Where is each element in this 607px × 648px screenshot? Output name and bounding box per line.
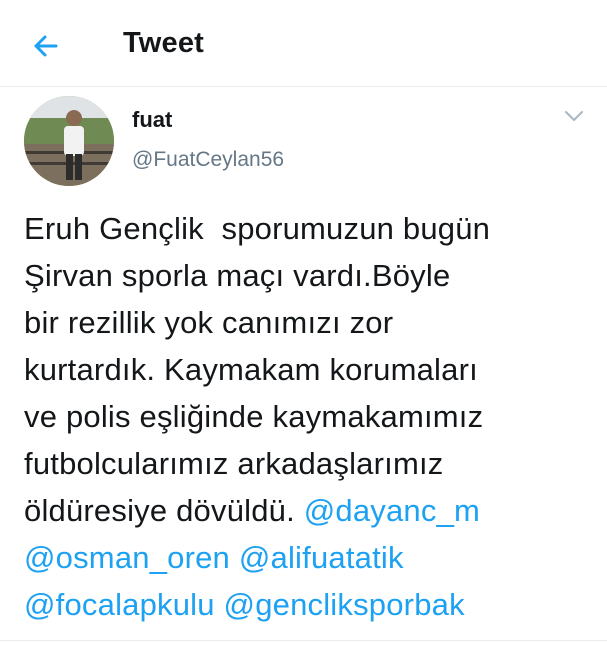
tweet-card[interactable]: fuat @FuatCeylan56 Eruh Gençlik sporumuz… — [0, 87, 607, 648]
tweet-text: Eruh Gençlik sporumuzun bugün Şirvan spo… — [24, 205, 594, 628]
tweet-text-line: @focalapkulu @genclikspоrbak — [24, 581, 594, 628]
tweet-text-fragment: öldüresiye dövüldü. — [24, 493, 304, 528]
tweet-text-line: ve polis eşliğinde kaymakamımız — [24, 399, 484, 434]
tweet-text-line: Şirvan sporla maçı vardı.Böyle — [24, 258, 451, 293]
author-name[interactable]: fuat — [132, 107, 172, 133]
divider — [0, 640, 607, 641]
author-handle[interactable]: @FuatCeylan56 — [132, 148, 284, 172]
page-title: Tweet — [123, 27, 205, 59]
arrow-left-icon[interactable] — [26, 26, 66, 66]
mention-link[interactable]: @focalapkulu — [24, 587, 215, 622]
mention-link[interactable]: @genclikspоrbak — [224, 587, 465, 622]
tweet-text-line: bir rezillik yok canımızı zor — [24, 305, 394, 340]
top-bar: Tweet — [0, 0, 607, 87]
mention-link[interactable]: @osman_oren — [24, 540, 230, 575]
tweet-text-line: futbolcularımız arkadaşlarımız — [24, 446, 444, 481]
tweet-text-line: kurtardık. Kaymakam korumaları — [24, 352, 478, 387]
tweet-text-line: @osman_oren @alifuatatik — [24, 534, 594, 581]
mention-link[interactable]: @alifuatatik — [239, 540, 404, 575]
avatar[interactable] — [24, 96, 114, 186]
tweet-text-line: öldüresiye dövüldü. @dayanc_m — [24, 487, 594, 534]
chevron-down-icon[interactable] — [562, 107, 586, 125]
mention-link[interactable]: @dayanc_m — [304, 493, 480, 528]
tweet-text-line: Eruh Gençlik sporumuzun bugün — [24, 211, 491, 246]
